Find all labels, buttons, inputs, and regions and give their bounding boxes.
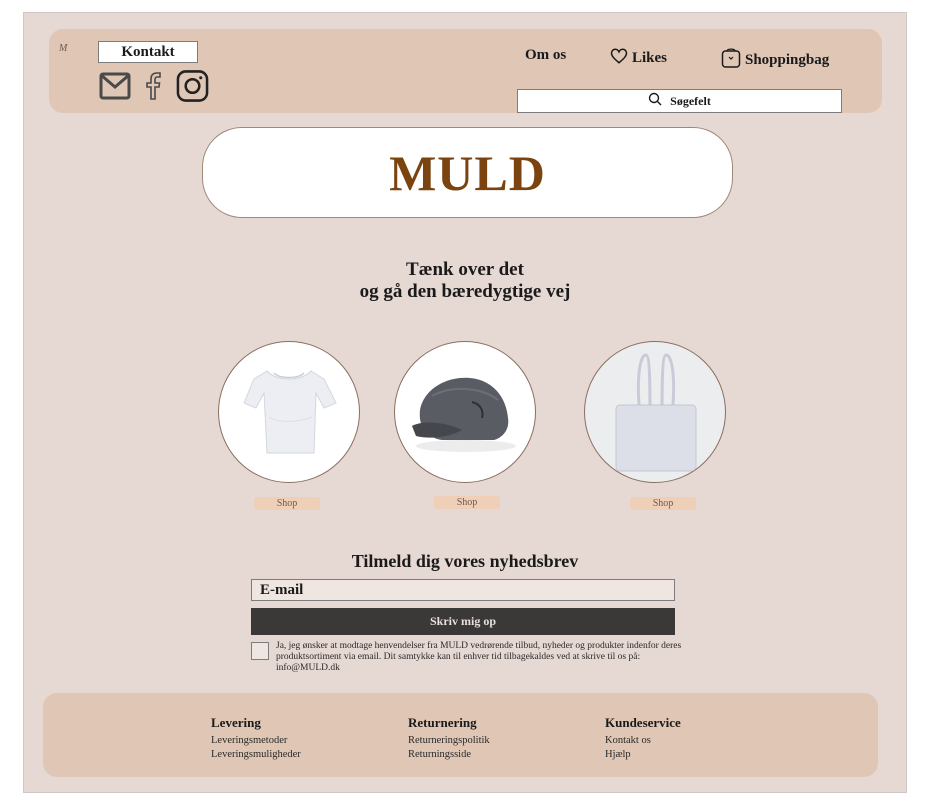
footer-column-levering: Levering Leveringsmetoder Leveringsmulig…	[211, 715, 301, 762]
tagline-line-2: og gå den bæredygtige vej	[359, 281, 571, 302]
product-image-tshirt[interactable]	[218, 341, 360, 483]
product-image-cap[interactable]	[394, 341, 536, 483]
mail-icon[interactable]	[98, 69, 131, 102]
newsletter-title: Tilmeld dig vores nyhedsbrev	[351, 551, 579, 571]
nav-likes-label: Likes	[632, 50, 668, 66]
footer-heading-levering: Levering	[211, 715, 261, 730]
footer-column-returnering: Returnering Returneringspolitik Returnin…	[408, 715, 490, 762]
tagline: Tænk over det og gå den bæredygtige vej	[24, 259, 906, 303]
brand-logo: MULD	[202, 127, 733, 218]
search-field[interactable]: Søgefelt	[517, 89, 842, 113]
product-card-tote: Shop	[584, 341, 728, 510]
footer-link-leveringsmuligheder[interactable]: Leveringsmuligheder	[211, 748, 301, 762]
footer-link-leveringsmetoder[interactable]: Leveringsmetoder	[211, 734, 301, 748]
contact-button[interactable]: Kontakt	[98, 41, 198, 63]
consent-text: Ja, jeg ønsker at modtage henvendelser f…	[276, 641, 682, 673]
product-image-tote[interactable]	[584, 341, 726, 483]
subscribe-button[interactable]: Skriv mig op	[251, 608, 675, 635]
site-header: M Kontakt Om os Likes Shoppingbag Søgefe…	[49, 29, 882, 113]
footer-heading-returnering: Returnering	[408, 715, 477, 730]
email-field[interactable]: E-mail	[251, 579, 675, 601]
nav-bag-label: Shoppingbag	[745, 52, 830, 68]
product-card-cap: Shop	[394, 341, 538, 509]
consent-checkbox[interactable]	[251, 642, 269, 660]
product-card-tshirt: Shop	[218, 341, 362, 510]
footer-column-kundeservice: Kundeservice Kontakt os Hjælp	[605, 715, 681, 762]
search-label: Søgefelt	[670, 93, 711, 108]
nav-about[interactable]: Om os	[525, 47, 566, 64]
nav-about-label: Om os	[525, 47, 567, 63]
mini-logo: M	[59, 43, 68, 54]
shop-button-tshirt[interactable]: Shop	[254, 497, 320, 510]
footer-link-hjaelp[interactable]: Hjælp	[605, 748, 681, 762]
footer-link-returneringspolitik[interactable]: Returneringspolitik	[408, 734, 490, 748]
nav-shoppingbag[interactable]: Shoppingbag	[721, 47, 829, 74]
heart-icon	[610, 47, 628, 70]
footer-link-returningsside[interactable]: Returningsside	[408, 748, 490, 762]
shop-button-tote[interactable]: Shop	[630, 497, 696, 510]
footer-link-kontakt-os[interactable]: Kontakt os	[605, 734, 681, 748]
site-footer: Levering Leveringsmetoder Leveringsmulig…	[43, 693, 878, 777]
footer-heading-kundeservice: Kundeservice	[605, 715, 681, 730]
facebook-icon[interactable]	[137, 69, 170, 102]
page-canvas: M Kontakt Om os Likes Shoppingbag Søgefe…	[23, 12, 907, 793]
tagline-line-1: Tænk over det	[406, 259, 524, 280]
search-icon	[648, 92, 662, 110]
shop-button-cap[interactable]: Shop	[434, 496, 500, 509]
shopping-bag-icon	[721, 47, 741, 74]
social-links	[98, 69, 209, 102]
nav-likes[interactable]: Likes	[610, 47, 667, 70]
instagram-icon[interactable]	[176, 69, 209, 102]
